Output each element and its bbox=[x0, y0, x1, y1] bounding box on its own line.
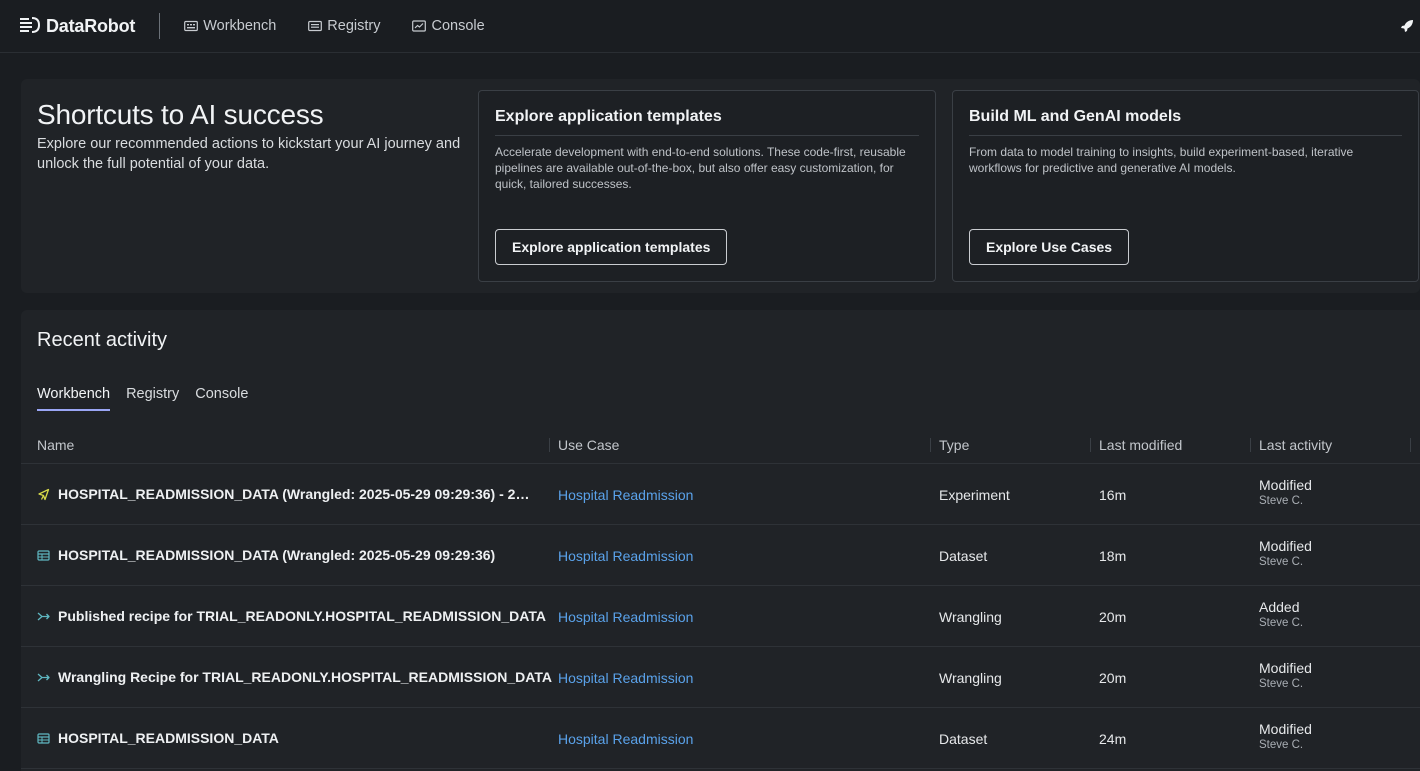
row-type: Dataset bbox=[939, 548, 988, 564]
build-models-card: Build ML and GenAI models From data to m… bbox=[952, 90, 1419, 282]
column-resize-handle[interactable] bbox=[1090, 438, 1091, 452]
recent-activity-tabs: Workbench Registry Console bbox=[37, 386, 264, 411]
explore-app-templates-button[interactable]: Explore application templates bbox=[495, 229, 728, 265]
row-last-modified: 18m bbox=[1099, 548, 1127, 564]
registry-icon bbox=[308, 20, 323, 32]
card-divider bbox=[495, 135, 919, 136]
wrangling-icon bbox=[37, 673, 50, 681]
datarobot-logo-icon bbox=[20, 17, 40, 33]
app-templates-card-text: Accelerate development with end-to-end s… bbox=[495, 145, 906, 191]
nav-workbench-label: Workbench bbox=[203, 18, 277, 34]
column-resize-handle[interactable] bbox=[930, 438, 931, 452]
activity-user: Steve C. bbox=[1259, 678, 1304, 690]
row-name[interactable]: Published recipe for TRIAL_READONLY.HOSP… bbox=[37, 608, 546, 624]
row-name-label: Published recipe for TRIAL_READONLY.HOSP… bbox=[58, 608, 546, 624]
column-header-type[interactable]: Type bbox=[939, 437, 969, 453]
table-header: Name Use Case Type Last modified Last ac… bbox=[21, 434, 1420, 464]
nav-console-label: Console bbox=[431, 18, 485, 34]
activity-user: Steve C. bbox=[1259, 495, 1304, 507]
use-case-link[interactable]: Hospital Readmission bbox=[558, 670, 693, 686]
row-name-label: HOSPITAL_READMISSION_DATA (Wrangled: 202… bbox=[58, 486, 530, 502]
activity-user: Steve C. bbox=[1259, 556, 1304, 568]
row-last-activity: Modified Steve C. bbox=[1259, 538, 1312, 570]
activity-user: Steve C. bbox=[1259, 739, 1304, 751]
build-models-card-title: Build ML and GenAI models bbox=[969, 108, 1182, 125]
row-last-activity: Modified Steve C. bbox=[1259, 660, 1312, 692]
row-type: Wrangling bbox=[939, 670, 1002, 686]
column-header-last-modified[interactable]: Last modified bbox=[1099, 437, 1182, 453]
workbench-icon bbox=[184, 20, 199, 32]
column-header-last-activity[interactable]: Last activity bbox=[1259, 437, 1332, 453]
build-models-card-text: From data to model training to insights,… bbox=[969, 145, 1354, 175]
row-name-label: HOSPITAL_READMISSION_DATA (Wrangled: 202… bbox=[58, 547, 496, 563]
tab-workbench[interactable]: Workbench bbox=[37, 386, 111, 411]
shortcuts-title: Shortcuts to AI success bbox=[37, 99, 324, 130]
recent-activity-panel: Recent activity Workbench Registry Conso… bbox=[21, 310, 1420, 771]
row-type: Wrangling bbox=[939, 609, 1002, 625]
app-name: DataRobot bbox=[46, 15, 136, 36]
row-name[interactable]: HOSPITAL_READMISSION_DATA (Wrangled: 202… bbox=[37, 486, 529, 502]
explore-use-cases-button[interactable]: Explore Use Cases bbox=[969, 229, 1130, 265]
table-row[interactable]: HOSPITAL_READMISSION_DATA (Wrangled: 202… bbox=[21, 464, 1420, 525]
table-row[interactable]: Published recipe for TRIAL_READONLY.HOSP… bbox=[21, 586, 1420, 647]
nav-registry[interactable]: Registry bbox=[308, 18, 380, 34]
row-type: Dataset bbox=[939, 731, 988, 747]
row-name-label: HOSPITAL_READMISSION_DATA bbox=[58, 730, 279, 746]
shortcuts-panel: Shortcuts to AI success Explore our reco… bbox=[21, 79, 1420, 293]
column-resize-handle[interactable] bbox=[1410, 438, 1411, 452]
use-case-link[interactable]: Hospital Readmission bbox=[558, 731, 693, 747]
activity-action: Added bbox=[1259, 599, 1300, 615]
shortcuts-subtitle: Explore our recommended actions to kicks… bbox=[37, 136, 461, 172]
app-logo[interactable]: DataRobot bbox=[20, 16, 135, 37]
table-row[interactable]: HOSPITAL_READMISSION_DATA Hospital Readm… bbox=[21, 708, 1420, 769]
use-case-link[interactable]: Hospital Readmission bbox=[558, 609, 693, 625]
activity-action: Modified bbox=[1259, 538, 1312, 554]
column-header-use-case[interactable]: Use Case bbox=[558, 437, 619, 453]
row-name[interactable]: HOSPITAL_READMISSION_DATA (Wrangled: 202… bbox=[37, 547, 495, 563]
table-row[interactable]: Wrangling Recipe for TRIAL_READONLY.HOSP… bbox=[21, 647, 1420, 708]
experiment-icon bbox=[38, 488, 50, 500]
activity-user: Steve C. bbox=[1259, 617, 1304, 629]
top-bar: DataRobot Workbench Registry Console bbox=[0, 0, 1420, 53]
dataset-icon bbox=[37, 732, 50, 744]
tab-console[interactable]: Console bbox=[195, 386, 248, 411]
row-last-activity: Added Steve C. bbox=[1259, 599, 1303, 631]
row-last-modified: 20m bbox=[1099, 609, 1127, 625]
recent-activity-title: Recent activity bbox=[37, 329, 168, 351]
wrangling-icon bbox=[37, 612, 50, 620]
row-name[interactable]: Wrangling Recipe for TRIAL_READONLY.HOSP… bbox=[37, 669, 552, 685]
app-templates-card-title: Explore application templates bbox=[495, 108, 722, 125]
row-type: Experiment bbox=[939, 487, 1010, 503]
card-divider bbox=[969, 135, 1402, 136]
nav-workbench[interactable]: Workbench bbox=[184, 18, 276, 34]
activity-action: Modified bbox=[1259, 721, 1312, 737]
activity-action: Modified bbox=[1259, 477, 1312, 493]
use-case-link[interactable]: Hospital Readmission bbox=[558, 487, 693, 503]
rocket-icon[interactable] bbox=[1400, 19, 1414, 33]
dataset-icon bbox=[37, 549, 50, 561]
app-templates-card: Explore application templates Accelerate… bbox=[478, 90, 936, 282]
nav-divider bbox=[159, 13, 161, 39]
row-last-activity: Modified Steve C. bbox=[1259, 477, 1312, 509]
row-last-activity: Modified Steve C. bbox=[1259, 721, 1312, 753]
column-header-name[interactable]: Name bbox=[37, 437, 74, 453]
row-name-label: Wrangling Recipe for TRIAL_READONLY.HOSP… bbox=[58, 669, 552, 685]
nav-console[interactable]: Console bbox=[412, 18, 485, 34]
row-last-modified: 16m bbox=[1099, 487, 1127, 503]
use-case-link[interactable]: Hospital Readmission bbox=[558, 548, 693, 564]
console-icon bbox=[412, 20, 427, 32]
column-resize-handle[interactable] bbox=[1250, 438, 1251, 452]
column-resize-handle[interactable] bbox=[549, 438, 550, 452]
tab-registry[interactable]: Registry bbox=[126, 386, 179, 411]
row-last-modified: 20m bbox=[1099, 670, 1127, 686]
row-last-modified: 24m bbox=[1099, 731, 1127, 747]
activity-action: Modified bbox=[1259, 660, 1312, 676]
row-name[interactable]: HOSPITAL_READMISSION_DATA bbox=[37, 730, 279, 746]
nav-registry-label: Registry bbox=[327, 18, 381, 34]
table-row[interactable]: HOSPITAL_READMISSION_DATA (Wrangled: 202… bbox=[21, 525, 1420, 586]
